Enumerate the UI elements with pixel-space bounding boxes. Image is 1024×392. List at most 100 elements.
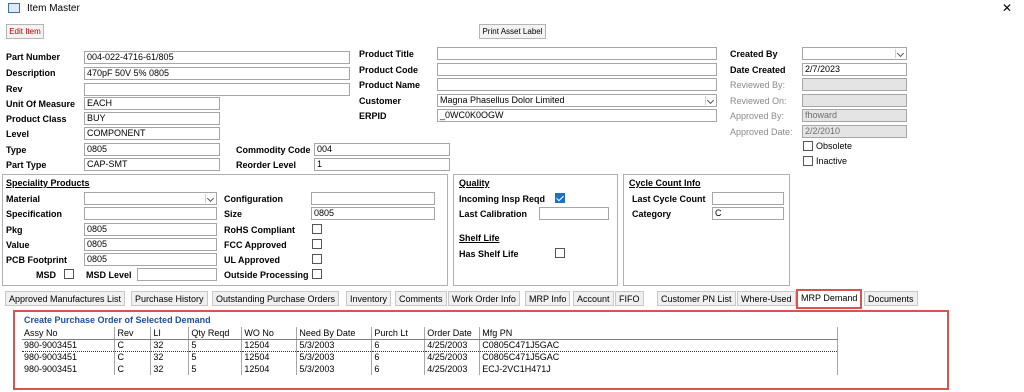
date-created-field[interactable]: 2/7/2023 xyxy=(802,63,907,76)
cell-li: 32 xyxy=(150,338,190,352)
tab-where-used[interactable]: Where-Used xyxy=(737,291,796,306)
col-mfg-pn[interactable]: Mfg PN xyxy=(479,327,838,340)
col-need-by-date[interactable]: Need By Date xyxy=(296,327,373,340)
configuration-label: Configuration xyxy=(224,194,283,204)
value-label: Value xyxy=(6,240,30,250)
chevron-down-icon[interactable] xyxy=(705,96,715,105)
tab-purchase-history[interactable]: Purchase History xyxy=(131,291,208,306)
reviewed-on-field xyxy=(802,94,907,107)
col-qty-reqd[interactable]: Qty Reqd xyxy=(188,327,243,340)
rev-label: Rev xyxy=(6,84,23,94)
col-purch-lt[interactable]: Purch Lt xyxy=(371,327,426,340)
last-cycle-count-field[interactable] xyxy=(712,192,784,205)
table-row[interactable]: 980-9003451 C 32 5 12504 5/3/2003 6 4/25… xyxy=(22,351,838,363)
last-calibration-field[interactable] xyxy=(539,207,609,220)
msd-level-field[interactable] xyxy=(137,268,217,281)
tab-account[interactable]: Account xyxy=(573,291,614,306)
tab-fifo[interactable]: FIFO xyxy=(615,291,644,306)
part-number-label: Part Number xyxy=(6,52,61,62)
col-rev[interactable]: Rev xyxy=(114,327,152,340)
uom-field[interactable]: EACH xyxy=(84,97,220,110)
incoming-insp-checkbox[interactable] xyxy=(555,193,565,203)
ul-checkbox[interactable] xyxy=(312,254,322,264)
col-order-date[interactable]: Order Date xyxy=(424,327,481,340)
cell-rev: C xyxy=(114,338,152,352)
outside-processing-checkbox[interactable] xyxy=(312,269,322,279)
tab-comments[interactable]: Comments xyxy=(395,291,447,306)
type-field[interactable]: 0805 xyxy=(84,143,220,156)
level-field[interactable]: COMPONENT xyxy=(84,127,220,140)
cell-purch-lt: 6 xyxy=(371,338,426,352)
fcc-checkbox[interactable] xyxy=(312,239,322,249)
configuration-field[interactable] xyxy=(311,192,435,205)
type-label: Type xyxy=(6,145,27,155)
cell-rev: C xyxy=(114,363,152,375)
commodity-code-field[interactable]: 004 xyxy=(314,143,450,156)
table-row[interactable]: 980-9003451 C 32 5 12504 5/3/2003 6 4/25… xyxy=(22,363,838,375)
part-number-field[interactable]: 004-022-4716-61/805 xyxy=(84,51,350,64)
rohs-checkbox[interactable] xyxy=(312,224,322,234)
outside-processing-label: Outside Processing xyxy=(224,270,309,280)
description-field[interactable]: 470pF 50V 5% 0805 xyxy=(84,67,350,80)
table-header-row: Assy No Rev LI Qty Reqd WO No Need By Da… xyxy=(22,327,838,340)
part-type-field[interactable]: CAP-SMT xyxy=(84,158,220,171)
approved-by-label: Approved By: xyxy=(730,111,785,121)
print-asset-label-button[interactable]: Print Asset Label xyxy=(479,24,546,39)
tab-documents[interactable]: Documents xyxy=(864,291,918,306)
ul-label: UL Approved xyxy=(224,255,281,265)
specification-field[interactable] xyxy=(84,207,217,220)
reorder-level-label: Reorder Level xyxy=(236,160,297,170)
tab-customer-pn-list[interactable]: Customer PN List xyxy=(657,291,736,306)
last-cycle-count-label: Last Cycle Count xyxy=(632,194,706,204)
size-label: Size xyxy=(224,209,243,219)
product-code-field[interactable] xyxy=(437,63,717,76)
cell-li: 32 xyxy=(150,363,190,375)
customer-select[interactable]: Magna Phasellus Dolor Limited xyxy=(437,94,717,107)
tab-mrp-info[interactable]: MRP Info xyxy=(525,291,571,306)
close-icon[interactable]: ✕ xyxy=(1002,1,1012,15)
product-title-field[interactable] xyxy=(437,47,717,60)
product-name-field[interactable] xyxy=(437,78,717,91)
tab-outstanding-purchase-orders[interactable]: Outstanding Purchase Orders xyxy=(212,291,340,306)
cell-qty-reqd: 5 xyxy=(188,351,243,363)
obsolete-checkbox[interactable] xyxy=(803,141,813,151)
cell-assy-no: 980-9003451 xyxy=(22,338,116,352)
col-assy-no[interactable]: Assy No xyxy=(22,327,116,340)
col-wo-no[interactable]: WO No xyxy=(241,327,298,340)
material-select[interactable] xyxy=(84,192,217,205)
approved-date-field: 2/2/2010 xyxy=(802,125,907,138)
product-class-field[interactable]: BUY xyxy=(84,112,220,125)
reorder-level-field[interactable]: 1 xyxy=(314,158,450,171)
cell-order-date: 4/25/2003 xyxy=(424,363,481,375)
create-po-link[interactable]: Create Purchase Order of Selected Demand xyxy=(24,315,211,325)
value-field[interactable]: 0805 xyxy=(84,238,217,251)
reviewed-on-label: Reviewed On: xyxy=(730,96,787,106)
customer-label: Customer xyxy=(359,96,402,106)
inactive-checkbox[interactable] xyxy=(803,156,813,166)
cell-qty-reqd: 5 xyxy=(188,363,243,375)
edit-item-button[interactable]: Edit Item xyxy=(6,24,44,39)
customer-value: Magna Phasellus Dolor Limited xyxy=(440,95,565,105)
has-shelf-life-checkbox[interactable] xyxy=(555,248,565,258)
tab-approved-manufactures-list[interactable]: Approved Manufactures List xyxy=(5,291,126,306)
tab-inventory[interactable]: Inventory xyxy=(346,291,392,306)
tab-mrp-demand[interactable]: MRP Demand xyxy=(796,289,863,309)
pcb-footprint-field[interactable]: 0805 xyxy=(84,253,217,266)
msd-checkbox[interactable] xyxy=(64,269,74,279)
table-row[interactable]: 980-9003451 C 32 5 12504 5/3/2003 6 4/25… xyxy=(22,338,838,352)
created-by-select[interactable] xyxy=(802,47,907,60)
approved-date-label: Approved Date: xyxy=(730,127,793,137)
size-field[interactable]: 0805 xyxy=(311,207,435,220)
inactive-label: Inactive xyxy=(816,156,848,166)
chevron-down-icon[interactable] xyxy=(895,49,905,58)
erpid-field[interactable]: _0WC0K0OGW xyxy=(437,109,717,122)
chevron-down-icon[interactable] xyxy=(205,194,215,203)
pcb-footprint-label: PCB Footprint xyxy=(6,255,67,265)
category-field[interactable]: C xyxy=(712,207,784,220)
tab-work-order-info[interactable]: Work Order Info xyxy=(448,291,520,306)
category-label: Category xyxy=(632,209,672,219)
col-li[interactable]: LI xyxy=(150,327,190,340)
cell-order-date: 4/25/2003 xyxy=(424,338,481,352)
pkg-field[interactable]: 0805 xyxy=(84,223,217,236)
rev-field[interactable] xyxy=(84,83,350,96)
